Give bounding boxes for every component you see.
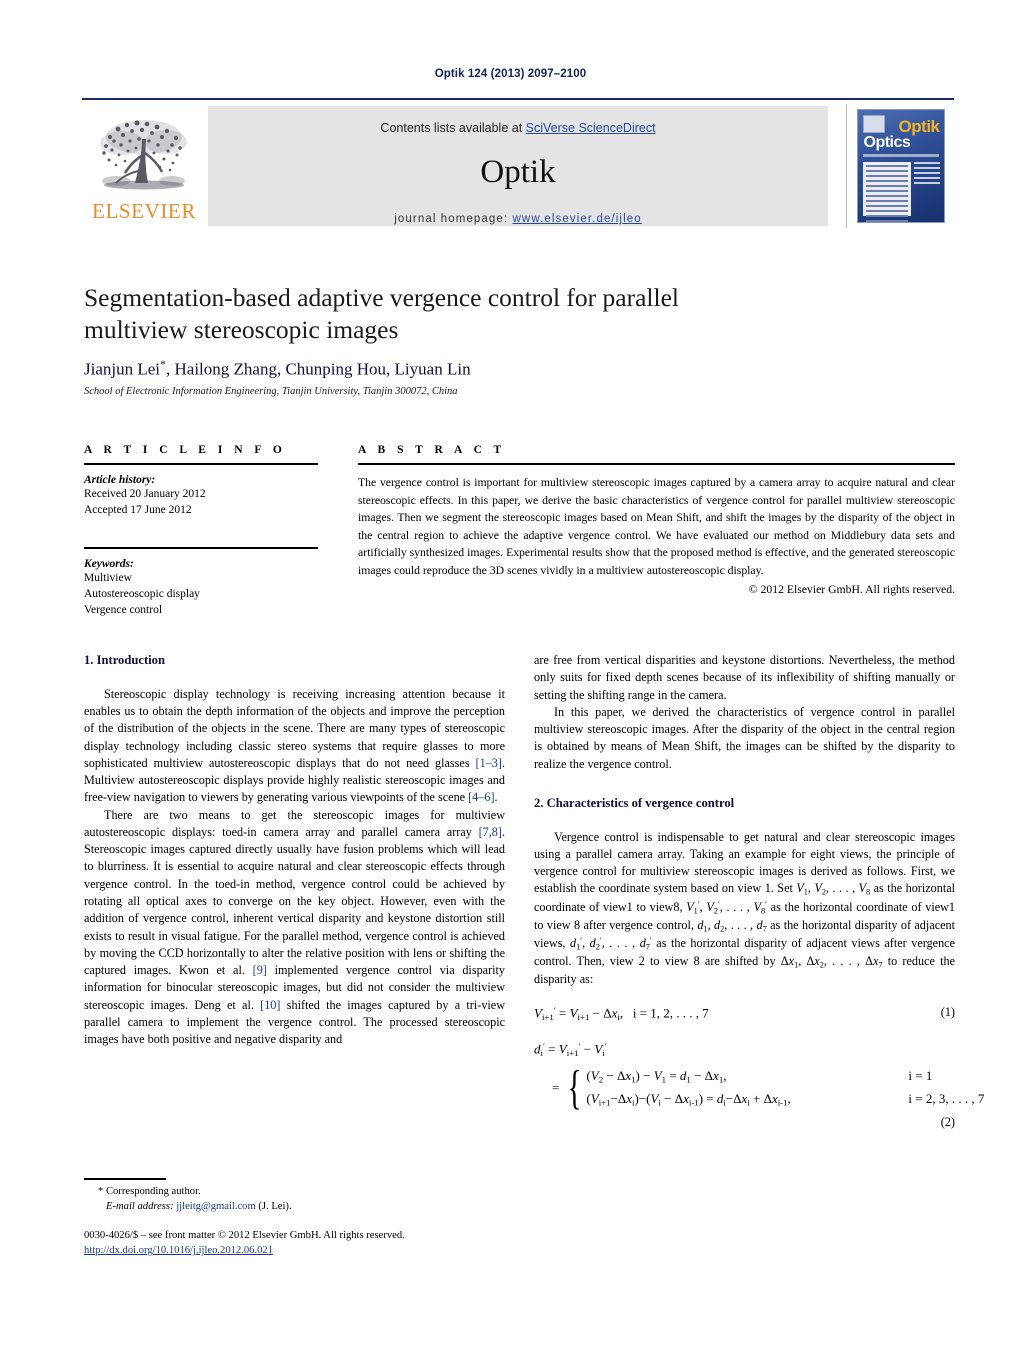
equation-2-case-1: (V2 − Δx1) − V1 = d1 − Δx1, i = 1: [586, 1065, 984, 1088]
equation-2-case-2-condition: i = 2, 3, . . . , 7: [908, 1090, 985, 1106]
equation-1-number: (1): [940, 1005, 955, 1020]
section-heading-introduction: 1. Introduction: [84, 653, 165, 667]
abstract-copyright: © 2012 Elsevier GmbH. All rights reserve…: [748, 583, 955, 597]
footnote-block: * Corresponding author. E-mail address: …: [84, 1184, 505, 1215]
author-others: , Hailong Zhang, Chunping Hou, Liyuan Li…: [166, 359, 471, 379]
keyword-item: Multiview: [84, 571, 132, 584]
article-history-group: Article history: Received 20 January 201…: [84, 474, 318, 519]
cover-side-lines: [913, 162, 940, 192]
paragraph-intro-2-cont: are free from vertical disparities and k…: [534, 653, 955, 702]
text-run: .: [494, 790, 498, 805]
masthead-top-rule: [82, 98, 954, 100]
email-link[interactable]: jjleitg@gmail.com: [176, 1201, 255, 1212]
paragraph-intro-1: Stereoscopic display technology is recei…: [84, 686, 505, 807]
cover-contents-panel: [862, 162, 911, 222]
email-label: E-mail address:: [106, 1201, 177, 1213]
citation-ref[interactable]: [1–3]: [476, 756, 502, 770]
math-disparity-primed: d1′, d2′, . . . , d7′: [570, 935, 652, 952]
math-shift-symbols: Δx1, Δx2, . . . , Δx7: [780, 953, 883, 970]
issn-copyright-line: 0030-4026/$ – see front matter © 2012 El…: [84, 1230, 405, 1241]
running-head: Optik 124 (2013) 2097–2100: [434, 68, 587, 80]
journal-homepage-line: journal homepage: www.elsevier.de/ijleo: [208, 213, 828, 225]
contents-prefix: Contents lists available at: [380, 121, 526, 135]
math-disparity-symbols: d1, d2, . . . , d7: [697, 917, 767, 934]
article-info-column: A R T I C L E I N F O Article history: R…: [84, 444, 318, 619]
email-owner: (J. Lei).: [255, 1201, 292, 1213]
corresponding-author-note: * Corresponding author.: [98, 1186, 201, 1197]
page-title: Segmentation-based adaptive vergence con…: [84, 283, 679, 345]
article-info-rule: [84, 463, 318, 465]
paragraph-section2-1: Vergence control is indispensable to get…: [534, 829, 955, 989]
author-corresponding: Jianjun Lei: [84, 359, 161, 379]
math-views-primed: V1′, V2′, . . . , V8′: [686, 899, 767, 915]
journal-cover-block: Optik Optics: [846, 104, 954, 228]
imprint-block: 0030-4026/$ – see front matter © 2012 El…: [84, 1228, 564, 1259]
citation-ref[interactable]: [10]: [260, 998, 280, 1012]
contents-available-line: Contents lists available at SciVerse Sci…: [208, 106, 828, 136]
body-column-right: are free from vertical disparities and k…: [534, 652, 985, 1132]
text-run: . Stereoscopic images captured directly …: [84, 824, 505, 978]
abstract-column: A B S T R A C T The vergence control is …: [358, 444, 955, 596]
keyword-item: Vergence control: [84, 604, 163, 617]
journal-homepage-link[interactable]: www.elsevier.de/ijleo: [513, 213, 642, 225]
equation-2-block: di′ = Vi+1′ − Vi′ = { (V2 − Δx1) − V1 = …: [534, 1040, 985, 1132]
article-history-label: Article history:: [84, 474, 156, 486]
sciencedirect-link[interactable]: SciVerse ScienceDirect: [526, 121, 656, 135]
section-heading-characteristics: 2. Characteristics of vergence control: [534, 795, 735, 810]
paragraph-intro-2: There are two means to get the stereosco…: [84, 807, 505, 1049]
author-list: Jianjun Lei*, Hailong Zhang, Chunping Ho…: [84, 357, 784, 380]
equation-2-number: (2): [940, 1114, 955, 1129]
journal-banner: Contents lists available at SciVerse Sci…: [208, 106, 828, 226]
equation-2-lhs: di′ = Vi+1′ − Vi′: [534, 1040, 607, 1058]
keyword-item: Autostereoscopic display: [84, 587, 200, 600]
keywords-rule: [84, 546, 318, 549]
equation-1-body: Vi+1′ = Vi+1 − Δxi, i = 1, 2, . . . , 7: [534, 1005, 709, 1023]
paragraph-intro-3: In this paper, we derived the characteri…: [534, 704, 955, 771]
equation-2-brace: {: [567, 1061, 582, 1115]
accepted-date: Accepted 17 June 2012: [84, 504, 192, 517]
cover-title-optics: Optics: [863, 134, 911, 151]
doi-link[interactable]: http://dx.doi.org/10.1016/j.ijleo.2012.0…: [84, 1245, 273, 1256]
citation-ref[interactable]: [9]: [253, 963, 267, 977]
cover-subtitle-bar: [862, 154, 939, 157]
equation-2-case-1-condition: i = 1: [908, 1068, 933, 1083]
homepage-label: journal homepage:: [394, 213, 513, 225]
math-views-symbols: V1, V2, . . . , V8: [796, 881, 871, 897]
citation-ref[interactable]: [7,8]: [479, 825, 502, 839]
journal-masthead: ELSEVIER Contents lists available at Sci…: [82, 104, 954, 228]
elsevier-tree-icon: [100, 120, 187, 190]
cover-logo-box: [862, 115, 885, 133]
keywords-group: Keywords: Multiview Autostereoscopic dis…: [84, 558, 318, 619]
received-date: Received 20 January 2012: [84, 488, 206, 500]
affiliation: School of Electronic Information Enginee…: [84, 386, 458, 397]
abstract-rule: [358, 463, 955, 465]
article-page: Optik 124 (2013) 2097–2100 ELSEVIER Cont…: [0, 0, 1021, 1351]
body-column-left: 1. Introduction Stereoscopic display tec…: [84, 652, 505, 1048]
citation-ref[interactable]: [4–6]: [468, 790, 494, 804]
keywords-label: Keywords:: [84, 557, 134, 570]
abstract-heading: A B S T R A C T: [358, 444, 506, 456]
equation-1-condition: i = 1, 2, . . . , 7: [632, 1005, 709, 1021]
journal-cover-thumbnail: Optik Optics: [856, 109, 945, 223]
elsevier-wordmark: ELSEVIER: [92, 199, 196, 223]
article-info-heading: A R T I C L E I N F O: [84, 444, 287, 456]
email-note: E-mail address: jjleitg@gmail.com (J. Le…: [84, 1199, 505, 1214]
equation-2-case-2: (Vi+1−Δxi)−(Vi − Δxi-1) = di−Δxi + Δxi-1…: [586, 1088, 984, 1111]
text-run: There are two means to get the stereosco…: [84, 807, 505, 839]
footnote-rule: [84, 1178, 166, 1180]
equation-2-cases: = { (V2 − Δx1) − V1 = d1 − Δx1, i = 1 (V…: [552, 1061, 985, 1115]
equation-1-block: Vi+1′ = Vi+1 − Δxi, i = 1, 2, . . . , 7 …: [534, 1004, 955, 1023]
text-run: Stereoscopic display technology is recei…: [84, 686, 505, 770]
abstract-text: The vergence control is important for mu…: [358, 476, 955, 577]
elsevier-logo-block: ELSEVIER: [82, 104, 206, 228]
journal-title: Optik: [480, 154, 556, 190]
